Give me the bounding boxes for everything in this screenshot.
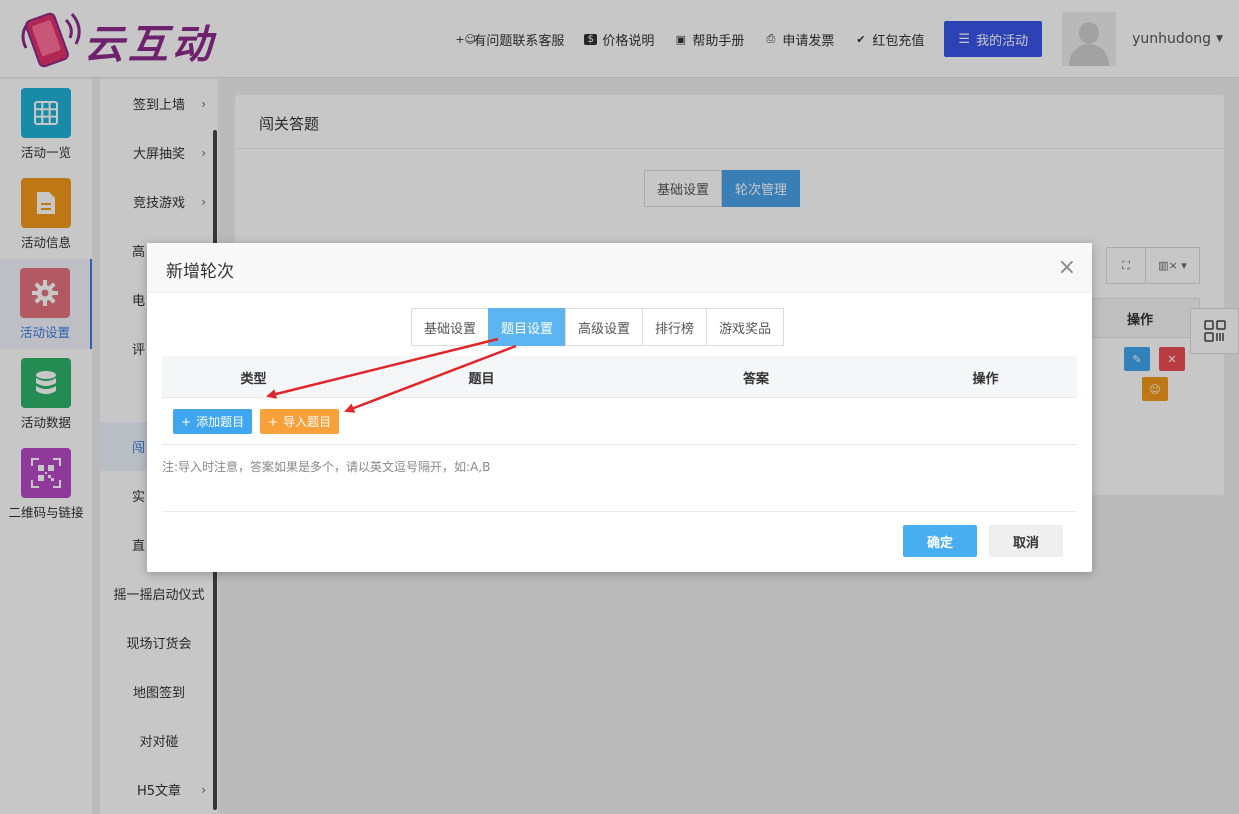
tab-basic-settings[interactable]: 基础设置: [411, 308, 490, 346]
column-operation: 操作: [972, 371, 999, 387]
column-answer: 答案: [742, 371, 769, 387]
tab-game-prizes[interactable]: 游戏奖品: [706, 308, 785, 346]
confirm-button[interactable]: 确定: [903, 525, 977, 557]
add-question-button[interactable]: + 添加题目: [173, 409, 253, 434]
close-icon[interactable]: ×: [1058, 255, 1076, 280]
add-round-modal: 新增轮次 × 基础设置 题目设置 高级设置 排行榜 游戏奖品 类型 题目 答案 …: [147, 243, 1092, 572]
tab-question-settings[interactable]: 题目设置: [488, 308, 567, 346]
modal-title: 新增轮次: [166, 262, 234, 282]
tab-advanced-settings[interactable]: 高级设置: [565, 308, 644, 346]
modal-header: 新增轮次 ×: [147, 243, 1092, 293]
divider: [162, 511, 1077, 512]
questions-table-header: 类型 题目 答案 操作: [162, 356, 1077, 398]
column-question: 题目: [468, 371, 495, 387]
cancel-button[interactable]: 取消: [989, 525, 1063, 557]
plus-icon: +: [181, 414, 192, 429]
import-question-button[interactable]: + 导入题目: [260, 409, 340, 434]
table-row: + 添加题目 + 导入题目: [162, 398, 1077, 445]
import-note: 注:导入时注意，答案如果是多个，请以英文逗号隔开，如:A,B: [162, 460, 491, 474]
column-type: 类型: [240, 371, 267, 387]
tab-leaderboard[interactable]: 排行榜: [642, 308, 708, 346]
plus-icon: +: [268, 414, 279, 429]
modal-tabs: 基础设置 题目设置 高级设置 排行榜 游戏奖品: [411, 308, 785, 346]
